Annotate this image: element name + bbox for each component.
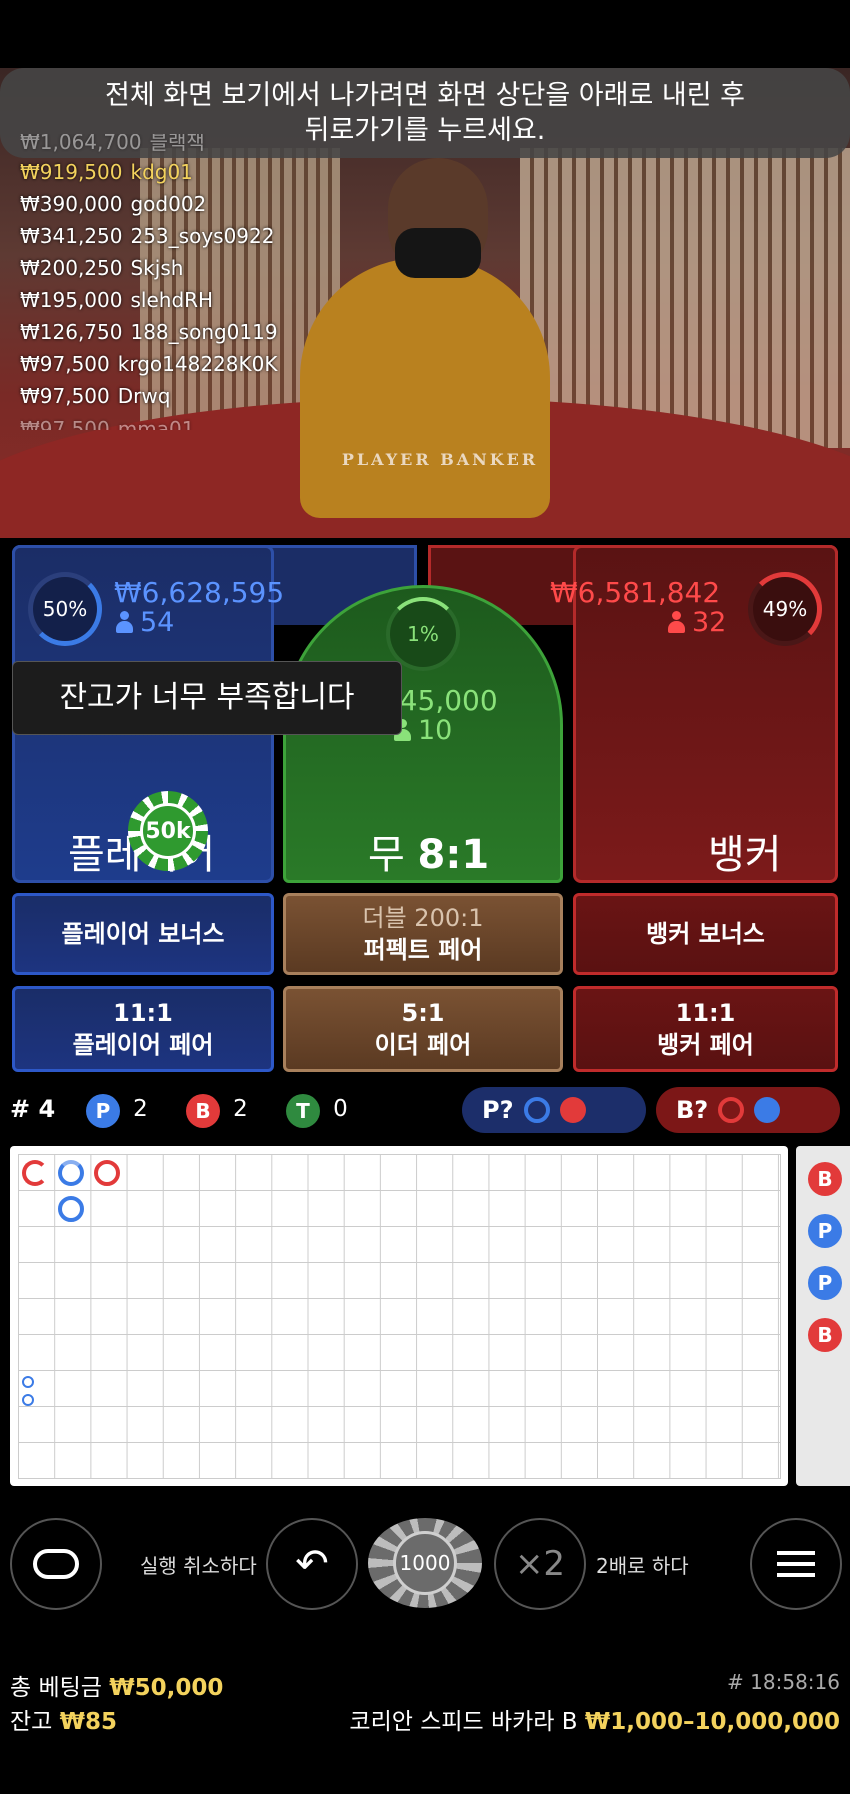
derived-road-mark bbox=[22, 1394, 34, 1406]
player-pair-odds: 11:1 bbox=[113, 999, 173, 1027]
banker-bonus-label: 뱅커 보너스 bbox=[646, 920, 765, 948]
winner-row: ₩390,000 god002 bbox=[20, 192, 207, 216]
banker-wins: B 2 bbox=[186, 1094, 248, 1128]
either-pair-button[interactable]: 5:1 이더 페어 bbox=[283, 986, 563, 1072]
placed-chip-value: 50k bbox=[140, 803, 196, 859]
double-label: 2배로 하다 bbox=[596, 1554, 689, 1578]
double-button[interactable]: ×2 bbox=[494, 1518, 586, 1610]
tie-bettors: 10 bbox=[394, 716, 452, 746]
tie-percent: 1% bbox=[407, 622, 439, 646]
double-symbol: ×2 bbox=[514, 1544, 566, 1584]
blue-dot-icon bbox=[754, 1097, 781, 1123]
road-grid bbox=[18, 1154, 781, 1479]
banker-total-amount: ₩6,581,842 bbox=[550, 576, 721, 609]
big-road[interactable] bbox=[10, 1146, 788, 1486]
player-percent-ring: 50% bbox=[28, 572, 102, 646]
player-mark bbox=[58, 1196, 84, 1222]
banker-pair-button[interactable]: 11:1 뱅커 페어 bbox=[573, 986, 838, 1072]
bead-player: P bbox=[808, 1266, 842, 1300]
banker-bonus-button[interactable]: 뱅커 보너스 bbox=[573, 893, 838, 975]
dealer bbox=[300, 258, 550, 518]
banker-pair-label: 뱅커 페어 bbox=[657, 1031, 754, 1059]
player-bettors: 54 bbox=[116, 608, 174, 638]
player-wins: P 2 bbox=[86, 1094, 148, 1128]
perfect-pair-button[interactable]: 더블 200:1 퍼펙트 페어 bbox=[283, 893, 563, 975]
banker-predict-label: B? bbox=[676, 1096, 709, 1124]
undo-button[interactable]: ↶ bbox=[266, 1518, 358, 1610]
total-bet: 총 베팅금 ₩50,000 bbox=[10, 1675, 224, 1701]
banker-percent-ring: 49% bbox=[748, 572, 822, 646]
insufficient-balance-toast: 잔고가 너무 부족합니다 bbox=[12, 661, 402, 735]
table-info: 코리안 스피드 바카라 B ₩1,000–10,000,000 bbox=[349, 1709, 840, 1735]
banker-mark bbox=[94, 1160, 120, 1186]
perfect-pair-odds: 더블 200:1 bbox=[362, 904, 484, 932]
derived-road-mark bbox=[22, 1376, 34, 1388]
banker-predict-button[interactable]: B? bbox=[656, 1087, 840, 1133]
p-badge: P bbox=[86, 1094, 120, 1128]
chat-bubble-icon bbox=[33, 1549, 79, 1579]
winner-row: ₩97,500 mma01 bbox=[20, 417, 195, 430]
player-mark bbox=[58, 1160, 84, 1186]
player-predict-label: P? bbox=[482, 1096, 514, 1124]
banker-label: 뱅커 bbox=[708, 832, 782, 878]
either-pair-label: 이더 페어 bbox=[374, 1031, 472, 1059]
tie-percent-ring: 1% bbox=[386, 597, 460, 671]
undo-label: 실행 취소하다 bbox=[140, 1554, 257, 1578]
winner-row: ₩97,500 Drwq bbox=[20, 384, 171, 408]
tie-wins: T 0 bbox=[286, 1094, 348, 1128]
player-total-amount: ₩6,628,595 bbox=[114, 576, 285, 609]
chip-selector[interactable]: 1000 bbox=[368, 1518, 482, 1608]
round-time: # 18:58:16 bbox=[727, 1670, 840, 1694]
banker-mark bbox=[22, 1160, 48, 1186]
winner-row: ₩1,064,700 블랙잭 bbox=[20, 134, 205, 154]
notice-line-1: 전체 화면 보기에서 나가려면 화면 상단을 아래로 내린 후 bbox=[105, 80, 745, 111]
b-badge: B bbox=[186, 1094, 220, 1128]
bead-player: P bbox=[808, 1214, 842, 1248]
round-stats: # 4 P 2 B 2 T 0 P? B? bbox=[0, 1085, 850, 1135]
player-pair-button[interactable]: 11:1 플레이어 페어 bbox=[12, 986, 274, 1072]
selected-chip-value: 1000 bbox=[393, 1531, 457, 1595]
red-ring-icon bbox=[718, 1097, 745, 1123]
balance: 잔고 ₩85 bbox=[10, 1709, 118, 1735]
winners-list: ₩1,064,700 블랙잭 ₩919,500 kdg01 ₩390,000 god0… bbox=[20, 134, 320, 430]
either-pair-odds: 5:1 bbox=[401, 999, 445, 1027]
tie-label: 무 8:1 bbox=[368, 832, 490, 878]
menu-button[interactable] bbox=[750, 1518, 842, 1610]
player-pair-label: 플레이어 페어 bbox=[72, 1031, 214, 1059]
player-bonus-button[interactable]: 플레이어 보너스 bbox=[12, 893, 274, 975]
player-predict-button[interactable]: P? bbox=[462, 1087, 646, 1133]
undo-icon: ↶ bbox=[295, 1541, 329, 1587]
bead-banker: B bbox=[808, 1318, 842, 1352]
red-dot-icon bbox=[559, 1097, 586, 1123]
banker-pair-odds: 11:1 bbox=[675, 999, 736, 1027]
perfect-pair-label: 퍼펙트 페어 bbox=[363, 936, 483, 964]
round-number: # 4 bbox=[10, 1095, 56, 1123]
hamburger-menu-icon bbox=[777, 1551, 815, 1577]
winner-row: ₩919,500 kdg01 bbox=[20, 160, 193, 184]
winner-row: ₩200,250 Skjsh bbox=[20, 256, 184, 280]
player-percent: 50% bbox=[42, 597, 88, 621]
chat-button[interactable] bbox=[10, 1518, 102, 1610]
winner-row: ₩126,750 188_song0119 bbox=[20, 320, 278, 344]
placed-chip[interactable]: 50k bbox=[128, 791, 208, 871]
bead-road[interactable]: B P P B bbox=[796, 1146, 850, 1486]
bead-banker: B bbox=[808, 1162, 842, 1196]
banker-bettors: 32 bbox=[668, 608, 726, 638]
t-badge: T bbox=[286, 1094, 320, 1128]
winner-row: ₩97,500 krgo148228K0K bbox=[20, 352, 278, 376]
player-bonus-label: 플레이어 보너스 bbox=[61, 920, 225, 948]
person-icon bbox=[668, 611, 685, 633]
person-icon bbox=[116, 611, 133, 633]
blue-ring-icon bbox=[523, 1097, 550, 1123]
table-label: PLAYER BANKER bbox=[341, 450, 539, 469]
banker-percent: 49% bbox=[762, 597, 808, 621]
winner-row: ₩195,000 slehdRH bbox=[20, 288, 214, 312]
winner-row: ₩341,250 253_soys0922 bbox=[20, 224, 275, 248]
dealer-mask bbox=[395, 228, 481, 278]
